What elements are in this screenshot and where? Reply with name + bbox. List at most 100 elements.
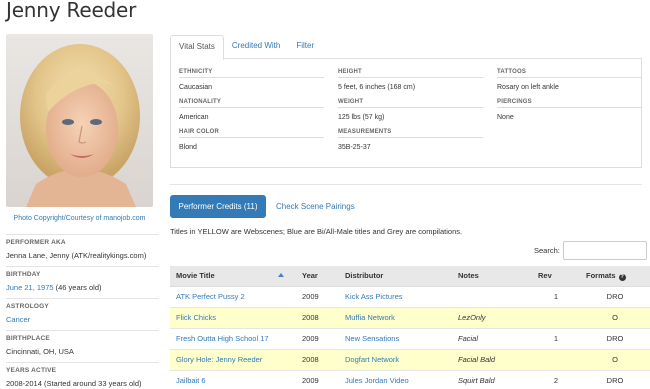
movie-title-link[interactable]: Flick Chicks (176, 313, 216, 322)
check-scene-pairings-link[interactable]: Check Scene Pairings (276, 202, 355, 211)
search-label: Search: (534, 246, 560, 255)
sort-asc-icon (278, 273, 284, 277)
table-row: Fresh Outta High School 17 2009 New Sensat… (170, 328, 650, 350)
astrology-link[interactable]: Cancer (6, 315, 30, 324)
notes-cell: Facial Bald (458, 355, 496, 364)
notes-cell: Facial (452, 328, 532, 350)
rev-cell (532, 307, 580, 329)
notes-cell: Squirt Bald (458, 376, 495, 385)
distributor-link[interactable]: New Sensations (345, 334, 399, 343)
year-cell: 2009 (296, 286, 339, 308)
piercings-value: None (497, 114, 514, 121)
distributor-link[interactable]: Dogfart Network (345, 355, 399, 364)
formats-cell: O (580, 349, 650, 371)
rev-cell (532, 349, 580, 371)
col-movie-title[interactable]: Movie Title (170, 266, 296, 287)
rev-cell: 1 (532, 286, 580, 308)
weight-value: 125 lbs (57 kg) (338, 114, 385, 121)
measurements-value: 35B-25-37 (338, 144, 371, 151)
year-cell: 2009 (296, 370, 339, 389)
nationality-value: American (179, 114, 209, 121)
movie-title-link[interactable]: ATK Perfect Pussy 2 (176, 292, 245, 301)
performer-tabs: Vital Stats Credited With Filter (170, 35, 642, 60)
astrology-label: ASTROLOGY (6, 303, 49, 310)
title-cell: ATK Perfect Pussy 2 (170, 286, 296, 308)
bio-panel: PERFORMER AKA Jenna Lane, Jenny (ATK/rea… (6, 234, 159, 389)
year-cell: 2008 (296, 349, 339, 371)
movie-title-link[interactable]: Fresh Outta High School 17 (176, 334, 269, 343)
credits-table-body: ATK Perfect Pussy 2 2009 Kick Ass Pictures… (170, 286, 650, 389)
performer-photo (6, 34, 153, 207)
page-title: Jenny Reeder (6, 0, 137, 22)
formats-cell: DRO (580, 286, 650, 308)
notes-cell: Facial Bald (452, 349, 532, 371)
year-cell: 2008 (302, 313, 319, 322)
formats-link[interactable]: O (612, 355, 618, 364)
formats-link[interactable]: DRO (607, 334, 624, 343)
formats-link[interactable]: DRO (607, 376, 624, 385)
rev-link[interactable]: 2 (554, 376, 558, 385)
movie-title-link[interactable]: Glory Hole: Jenny Reeder (176, 355, 262, 364)
tab-filter[interactable]: Filter (288, 35, 322, 59)
photo-credit-link[interactable]: Photo Copyright/Courtesy of manojob.com (6, 214, 153, 223)
col-notes[interactable]: Notes (452, 266, 532, 287)
table-row: Jailbait 6 2009 Jules Jordan Video Squirt B… (170, 370, 650, 389)
piercings-label: PIERCINGS (497, 99, 642, 108)
notes-cell: Squirt Bald (452, 370, 532, 389)
formats-link[interactable]: DRO (607, 292, 624, 301)
birthplace-value: Cincinnati, OH, USA (6, 347, 74, 356)
section-divider (170, 184, 642, 185)
hair-color-value: Blond (179, 144, 197, 151)
year-cell: 2008 (296, 307, 339, 329)
credits-table: Movie Title Year Distributor Notes Rev F… (170, 266, 650, 389)
tattoos-label: TATTOOS (497, 69, 642, 78)
formats-cell: O (580, 307, 650, 329)
rev-link[interactable]: 1 (554, 334, 558, 343)
title-cell: Fresh Outta High School 17 (170, 328, 296, 350)
tab-credited-with[interactable]: Credited With (224, 35, 288, 59)
distributor-cell: New Sensations (339, 328, 452, 350)
rev-link[interactable]: 1 (554, 292, 558, 301)
year-cell: 2009 (302, 334, 319, 343)
ethnicity-label: ETHNICITY (179, 69, 324, 78)
vital-stats-panel: ETHNICITY Caucasian NATIONALITY American… (170, 59, 642, 168)
col-movie-title-label: Movie Title (176, 271, 215, 281)
col-formats[interactable]: Formats ? (580, 266, 650, 287)
distributor-cell: Muffia Network (339, 307, 452, 329)
performer-credits-button[interactable]: Performer Credits (11) (170, 195, 266, 218)
distributor-cell: Jules Jordan Video (339, 370, 452, 389)
birthplace-label: BIRTHPLACE (6, 335, 50, 342)
formats-link[interactable]: O (612, 313, 618, 322)
distributor-link[interactable]: Jules Jordan Video (345, 376, 409, 385)
years-active-value: 2008-2014 (Started around 33 years old) (6, 379, 142, 388)
search-input[interactable] (563, 241, 647, 260)
title-cell: Jailbait 6 (170, 370, 296, 389)
birthday-age: (46 years old) (53, 283, 102, 292)
notes-cell (452, 286, 532, 308)
height-label: HEIGHT (338, 69, 483, 78)
movie-title-link[interactable]: Jailbait 6 (176, 376, 206, 385)
col-formats-label: Formats (586, 270, 616, 280)
col-year[interactable]: Year (296, 266, 339, 287)
years-active-label: YEARS ACTIVE (6, 367, 57, 374)
formats-cell: DRO (580, 328, 650, 350)
col-rev[interactable]: Rev (532, 266, 580, 287)
distributor-link[interactable]: Muffia Network (345, 313, 395, 322)
aka-value: Jenna Lane, Jenny (ATK/realitykings.com) (6, 251, 147, 260)
col-distributor[interactable]: Distributor (339, 266, 452, 287)
year-cell: 2009 (302, 292, 319, 301)
title-cell: Glory Hole: Jenny Reeder (170, 349, 296, 371)
ethnicity-value: Caucasian (179, 84, 213, 91)
notes-cell: LezOnly (458, 313, 486, 322)
distributor-link[interactable]: Kick Ass Pictures (345, 292, 403, 301)
tab-vital-stats[interactable]: Vital Stats (170, 35, 224, 60)
info-icon[interactable]: ? (618, 273, 626, 281)
color-legend-text: Titles in YELLOW are Webscenes; Blue are… (170, 227, 463, 236)
title-cell: Flick Chicks (170, 307, 296, 329)
birthday-link[interactable]: June 21, 1975 (6, 283, 54, 292)
table-row: Glory Hole: Jenny Reeder 2008 Dogfart Netw… (170, 349, 650, 371)
birthday-value: June 21, 1975 (46 years old) (6, 281, 159, 298)
notes-cell: Facial (458, 334, 479, 343)
table-header-row: Movie Title Year Distributor Notes Rev F… (170, 266, 650, 287)
rev-cell: 1 (532, 328, 580, 350)
